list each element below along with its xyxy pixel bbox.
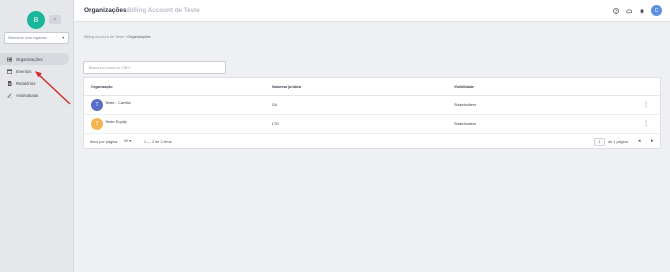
organization-avatar: T	[91, 99, 103, 111]
organization-sub: -	[105, 125, 107, 129]
collapse-sidebar-button[interactable]: «	[49, 15, 61, 24]
column-header-organizacao[interactable]: Organização	[91, 85, 113, 89]
signature-icon	[6, 92, 12, 98]
column-header-visibilidade[interactable]: Visibilidade	[454, 85, 474, 89]
list-icon	[6, 56, 12, 62]
breadcrumb-current: Organizações	[127, 35, 151, 39]
sidebar-item-label: Assinaturas	[16, 92, 39, 98]
page-number-input[interactable]: 1	[594, 138, 605, 146]
chevron-down-icon: ▼	[61, 36, 65, 40]
organization-nature: LTD	[272, 122, 279, 126]
organization-avatar: T	[91, 118, 103, 130]
breadcrumb: Billing Account de Teste / Organizações	[84, 35, 151, 39]
organization-visibility: Stakeholders	[454, 122, 477, 126]
organization-name[interactable]: Teste - Camila	[105, 100, 131, 105]
sidebar: B « Selecione uma organiza... ▼ Organiza…	[0, 0, 74, 272]
table-header: Organização Natureza jurídica Visibilida…	[84, 78, 660, 96]
sidebar-item-label: Organizações	[16, 56, 43, 62]
organization-visibility: Stakeholders	[454, 103, 477, 107]
next-page-icon[interactable]: ▸	[651, 138, 654, 144]
calendar-icon	[6, 68, 12, 74]
table-pagination: Itens por página: 30 ▾ 1 — 2 de 2 itens …	[84, 134, 660, 150]
more-vertical-icon[interactable]: ⋮	[643, 101, 649, 108]
table-row[interactable]: T Teste Equity - LTD Stakeholders ⋮	[84, 115, 660, 134]
sidebar-nav: Organizações Eventos Relatórios Assinatu…	[0, 53, 72, 101]
items-per-page-label: Itens por página:	[90, 140, 119, 144]
search-input[interactable]: Busca por nome ou CNPJ	[83, 61, 226, 74]
top-bar: Organizações Billing Account de Teste C	[74, 0, 670, 22]
sidebar-item-organizacoes[interactable]: Organizações	[0, 53, 69, 65]
user-avatar[interactable]: C	[651, 5, 662, 16]
help-icon[interactable]	[612, 7, 619, 14]
top-bar-actions: C	[612, 5, 662, 16]
organizations-table: Organização Natureza jurídica Visibilida…	[83, 77, 661, 149]
cloud-icon[interactable]	[625, 7, 632, 14]
bell-icon[interactable]	[638, 7, 645, 14]
sidebar-item-assinaturas[interactable]: Assinaturas	[0, 89, 72, 101]
page-of-label: de 1 página	[608, 140, 628, 144]
organization-nature: SA	[272, 103, 278, 107]
items-per-page-select[interactable]: 30 ▾	[124, 138, 131, 143]
sidebar-item-label: Relatórios	[16, 80, 36, 86]
organization-name[interactable]: Teste Equity	[105, 119, 127, 124]
breadcrumb-separator: /	[125, 35, 127, 39]
organization-select-placeholder: Selecione uma organiza...	[8, 36, 50, 40]
table-row[interactable]: T Teste - Camila SA Stakeholders ⋮	[84, 96, 660, 115]
more-vertical-icon[interactable]: ⋮	[643, 120, 649, 127]
page-title: Organizações	[84, 7, 127, 14]
sidebar-item-label: Eventos	[16, 68, 32, 74]
sidebar-item-relatorios[interactable]: Relatórios	[0, 77, 72, 89]
organization-select[interactable]: Selecione uma organiza... ▼	[4, 32, 69, 44]
previous-page-icon[interactable]: ◂	[638, 138, 641, 144]
sidebar-item-eventos[interactable]: Eventos	[0, 65, 72, 77]
breadcrumb-root[interactable]: Billing Account de Teste	[84, 35, 124, 39]
document-icon	[6, 80, 12, 86]
billing-account-title: Billing Account de Teste	[127, 7, 200, 14]
logo-avatar: B	[27, 11, 45, 29]
column-header-natureza[interactable]: Natureza jurídica	[272, 85, 301, 89]
search-placeholder: Busca por nome ou CNPJ	[89, 65, 131, 70]
pagination-range: 1 — 2 de 2 itens	[144, 140, 172, 144]
